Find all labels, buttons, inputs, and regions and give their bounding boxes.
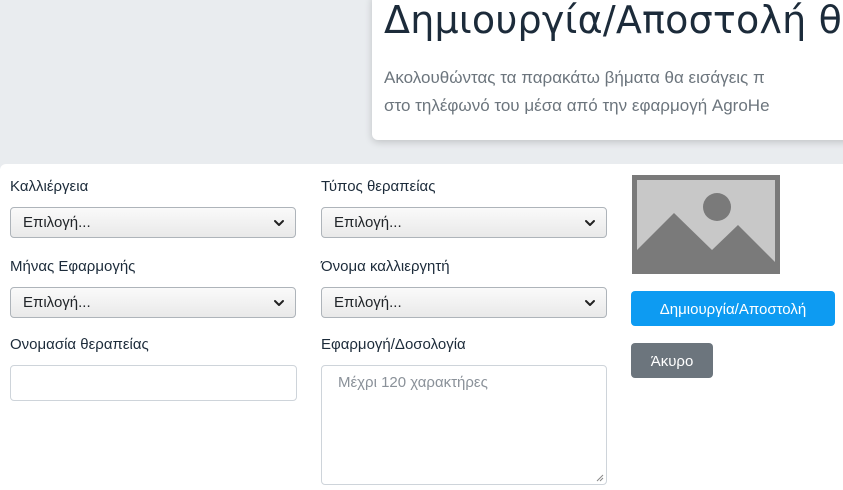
chevron-down-icon	[274, 220, 284, 226]
application-placeholder: Μέχρι 120 χαρακτήρες	[338, 374, 488, 391]
image-placeholder-icon	[632, 175, 780, 274]
grower-select-value: Επιλογή...	[334, 294, 402, 311]
crop-label: Καλλιέργεια	[10, 178, 89, 195]
crop-select[interactable]: Επιλογή...	[10, 207, 296, 238]
description-line-1: Ακολουθώντας τα παρακάτω βήματα θα εισάγ…	[384, 68, 765, 87]
month-label: Μήνας Εφαρμογής	[10, 258, 136, 275]
chevron-down-icon	[585, 300, 595, 306]
treatment-type-select[interactable]: Επιλογή...	[321, 207, 607, 238]
treatment-type-label: Τύπος θεραπείας	[321, 178, 436, 195]
description-line-2: στο τηλέφωνό του μέσα από την εφαρμογή A…	[384, 96, 770, 115]
grower-select[interactable]: Επιλογή...	[321, 287, 607, 318]
chevron-down-icon	[585, 220, 595, 226]
crop-select-value: Επιλογή...	[23, 214, 91, 231]
page-title: Δημιουργία/Αποστολή θ	[384, 0, 843, 42]
create-send-button[interactable]: Δημιουργία/Αποστολή	[631, 291, 835, 326]
page-description: Ακολουθώντας τα παρακάτω βήματα θα εισάγ…	[384, 64, 843, 120]
month-select[interactable]: Επιλογή...	[10, 287, 296, 318]
chevron-down-icon	[274, 300, 284, 306]
application-label: Εφαρμογή/Δοσολογία	[321, 336, 466, 353]
header-card: Δημιουργία/Αποστολή θ Ακολουθώντας τα πα…	[372, 0, 843, 140]
resize-grip-icon[interactable]	[594, 472, 604, 482]
treatment-name-label: Ονομασία θεραπείας	[10, 336, 149, 353]
treatment-name-input[interactable]	[10, 365, 297, 401]
grower-label: Όνομα καλλιεργητή	[321, 258, 450, 275]
cancel-button[interactable]: Άκυρο	[631, 343, 713, 378]
application-textarea[interactable]: Μέχρι 120 χαρακτήρες	[321, 365, 607, 485]
month-select-value: Επιλογή...	[23, 294, 91, 311]
treatment-type-select-value: Επιλογή...	[334, 214, 402, 231]
